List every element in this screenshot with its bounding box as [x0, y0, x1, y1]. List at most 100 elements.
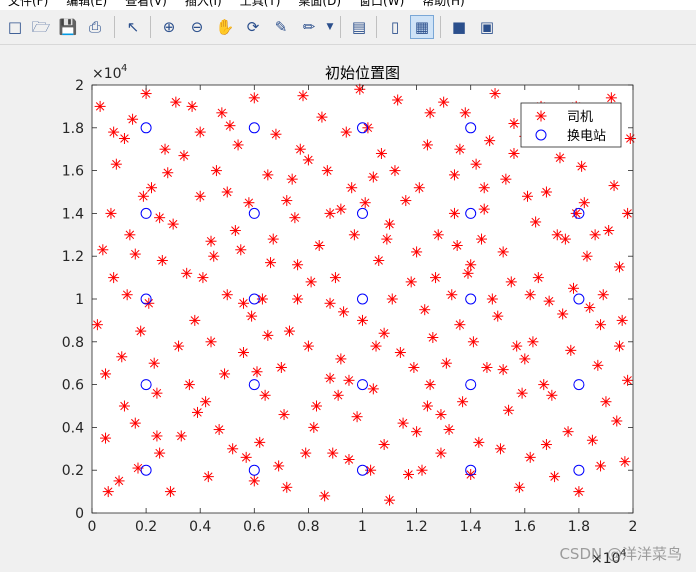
driver-point: [516, 387, 528, 399]
rotate-3d-icon[interactable]: ⟳: [242, 16, 264, 38]
pan-hand-icon[interactable]: ✋: [214, 16, 236, 38]
driver-point: [229, 225, 241, 237]
driver-point: [235, 244, 247, 256]
driver-point: [567, 282, 579, 294]
driver-point: [435, 409, 447, 421]
menu-item[interactable]: 工具(T): [240, 0, 281, 9]
new-file-icon[interactable]: □: [4, 16, 26, 38]
driver-point: [508, 118, 520, 130]
driver-point: [213, 424, 225, 436]
driver-point: [302, 340, 314, 352]
driver-point: [478, 203, 490, 215]
menu-item[interactable]: 文件(F): [8, 0, 48, 9]
x-tick-label: 0.4: [189, 519, 211, 535]
driver-point: [319, 490, 331, 502]
driver-point: [432, 229, 444, 241]
driver-point: [324, 372, 336, 384]
driver-point: [137, 190, 149, 202]
driver-point: [286, 173, 298, 185]
driver-point: [595, 460, 607, 472]
show-plot-tools-icon[interactable]: ▣: [476, 16, 498, 38]
driver-point: [248, 92, 260, 104]
open-folder-icon[interactable]: 🗁: [30, 16, 52, 38]
driver-point: [435, 447, 447, 459]
driver-point: [519, 353, 531, 365]
menu-item[interactable]: 桌面(D): [298, 0, 341, 9]
driver-point: [438, 96, 450, 108]
driver-point: [608, 180, 620, 192]
driver-point: [97, 244, 109, 256]
driver-point: [492, 310, 504, 322]
driver-point: [532, 272, 544, 284]
driver-point: [462, 267, 474, 279]
driver-point: [265, 257, 277, 269]
driver-point: [292, 259, 304, 271]
brush-icon[interactable]: ✏: [298, 16, 320, 38]
driver-point: [600, 396, 612, 408]
save-icon[interactable]: 💾: [57, 16, 79, 38]
driver-point: [246, 310, 258, 322]
driver-point: [251, 366, 263, 378]
hide-plot-tools-icon[interactable]: ■: [448, 16, 470, 38]
driver-point: [256, 293, 268, 305]
chevron-down-icon[interactable]: ▼: [324, 16, 336, 38]
driver-point: [454, 319, 466, 331]
menu-item[interactable]: 窗口(W): [359, 0, 404, 9]
x-tick-label: 0.6: [243, 519, 265, 535]
driver-point: [254, 436, 266, 448]
driver-point: [384, 218, 396, 230]
driver-point: [357, 314, 368, 326]
driver-point: [546, 389, 558, 401]
zoom-out-icon[interactable]: ⊖: [186, 16, 208, 38]
legend-icon[interactable]: ▦: [410, 15, 434, 39]
driver-point: [343, 454, 355, 465]
driver-point: [543, 295, 555, 307]
menu-item[interactable]: 帮助(H): [422, 0, 464, 9]
driver-point: [292, 293, 304, 305]
zoom-in-icon[interactable]: ⊕: [158, 16, 180, 38]
driver-point: [578, 197, 590, 209]
driver-point: [573, 486, 585, 498]
driver-point: [94, 100, 106, 112]
toolbar-separator: [114, 16, 115, 38]
driver-point: [278, 409, 290, 421]
driver-point: [448, 207, 460, 219]
driver-point: [202, 471, 214, 483]
driver-point: [232, 139, 244, 151]
pointer-icon[interactable]: ↖: [122, 16, 144, 38]
x-tick-label: 2: [629, 519, 638, 535]
x-tick-label: 0: [88, 519, 97, 535]
driver-point: [400, 195, 412, 207]
driver-point: [421, 139, 433, 151]
menu-item[interactable]: 查看(V): [125, 0, 167, 9]
driver-point: [194, 126, 206, 138]
figure-canvas: 0 0.2 0.4 0.6 0.8 1 1.2 1.4 1.6 1.8 2 0 0.2 0.4 0.6 0.8…: [0, 45, 696, 572]
driver-point: [557, 308, 569, 320]
driver-point: [100, 368, 112, 380]
driver-point: [565, 344, 577, 356]
y-tick-label: 0: [75, 506, 84, 522]
driver-point: [297, 90, 309, 102]
driver-point: [118, 133, 130, 144]
driver-point: [181, 267, 193, 279]
driver-point: [194, 190, 206, 202]
print-icon[interactable]: ⎙: [84, 16, 106, 38]
colorbar-icon[interactable]: ▯: [384, 16, 406, 38]
driver-point: [316, 111, 328, 123]
link-plot-icon[interactable]: ▤: [348, 16, 370, 38]
driver-point: [584, 302, 596, 314]
menu-item[interactable]: 插入(I): [185, 0, 222, 9]
driver-point: [321, 165, 333, 177]
driver-point: [129, 248, 141, 260]
driver-point: [267, 233, 279, 245]
driver-point: [135, 325, 147, 337]
driver-point: [240, 451, 252, 463]
data-cursor-icon[interactable]: ✎: [270, 16, 292, 38]
driver-point: [440, 357, 452, 369]
x-tick-label: 1.4: [460, 519, 482, 535]
driver-point: [243, 197, 255, 209]
driver-point: [227, 443, 239, 455]
driver-point: [221, 186, 233, 198]
menu-item[interactable]: 编辑(E): [66, 0, 107, 9]
driver-point: [497, 246, 509, 258]
